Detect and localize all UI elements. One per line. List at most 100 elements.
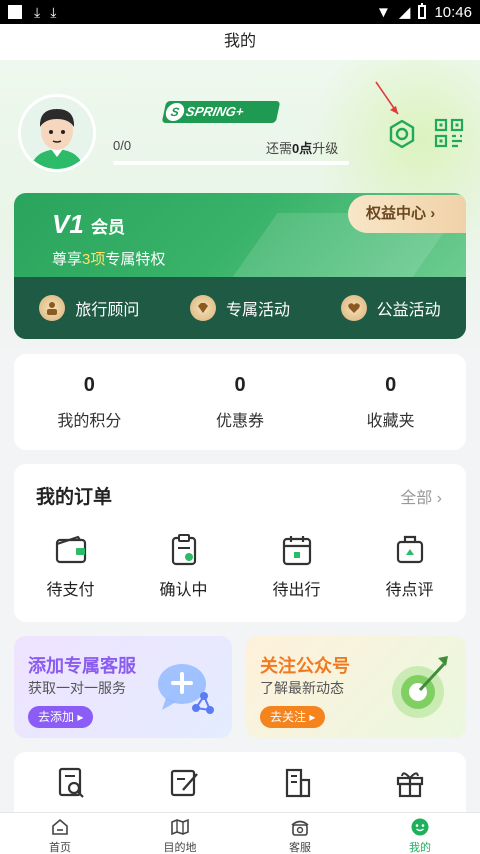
promo-subtitle: 获取一对一服务 xyxy=(28,680,126,696)
stat-value: 0 xyxy=(234,374,246,396)
avatar[interactable] xyxy=(18,94,96,172)
chevron-right-icon: › xyxy=(436,490,442,507)
level-progress-text: 0/0 xyxy=(113,138,132,153)
clipboard-icon xyxy=(171,534,196,566)
vip-level-title: V1 会员 xyxy=(52,209,125,240)
vip-subtitle-prefix: 尊享 xyxy=(52,251,83,268)
diamond-icon xyxy=(189,295,216,321)
vip-level: V1 xyxy=(52,209,84,239)
settings-gear-icon[interactable] xyxy=(386,118,418,150)
vip-item-travel-advisor[interactable]: 旅行顾问 xyxy=(39,295,139,321)
stat-value: 0 xyxy=(385,374,397,396)
vip-item-label: 专属活动 xyxy=(225,302,290,319)
promo-button-label: 去添加 xyxy=(38,710,75,724)
order-status-row: 待支付 确认中 待出行 待点评 xyxy=(14,534,466,600)
vip-subtitle-suffix: 专属特权 xyxy=(105,251,166,268)
orders-title: 我的订单 xyxy=(36,487,113,508)
map-icon xyxy=(171,818,189,836)
brand-s-icon: S xyxy=(164,103,186,121)
tab-label: 首页 xyxy=(49,842,71,854)
edit-note-icon[interactable] xyxy=(167,766,201,800)
bottom-tab-bar: 首页 目的地 客服 我的 xyxy=(0,812,480,854)
stat-favorites[interactable]: 0 收藏夹 xyxy=(315,354,466,450)
tab-label: 目的地 xyxy=(163,842,197,854)
promo-add-button[interactable]: 去添加 ▸ xyxy=(28,706,94,728)
stat-label: 我的积分 xyxy=(57,413,122,430)
order-status-label: 确认中 xyxy=(159,582,208,599)
phone-icon xyxy=(291,820,309,836)
qr-code-icon[interactable] xyxy=(434,118,464,148)
advisor-icon xyxy=(39,295,66,321)
tab-home[interactable]: 首页 xyxy=(0,813,120,854)
promo-title: 添加专属客服 xyxy=(28,656,136,676)
vip-subtitle: 尊享3项专属特权 xyxy=(52,248,165,269)
tools-card xyxy=(14,752,466,812)
promo-subtitle: 了解最新动态 xyxy=(260,680,344,696)
building-icon[interactable] xyxy=(280,766,314,800)
chevron-right-icon: › xyxy=(430,205,436,222)
benefit-center-button[interactable]: 权益中心 › xyxy=(348,195,466,233)
wallet-icon xyxy=(55,535,86,564)
promo-button-label: 去关注 xyxy=(270,710,307,724)
promo-add-service[interactable]: 添加专属客服 获取一对一服务 去添加 ▸ xyxy=(14,636,232,738)
wifi-icon: ▼ xyxy=(376,3,391,21)
vip-card[interactable]: V1 会员 尊享3项专属特权 权益中心 › 旅行顾问 专属活动 公益活动 xyxy=(14,193,466,339)
vip-subtitle-highlight: 3项 xyxy=(82,251,106,268)
notification-square-icon xyxy=(8,5,22,19)
level-progress-bar xyxy=(113,161,349,165)
stats-card: 0 我的积分 0 优惠券 0 收藏夹 xyxy=(14,354,466,450)
order-confirming[interactable]: 确认中 xyxy=(127,534,240,600)
order-upcoming-trip[interactable]: 待出行 xyxy=(240,534,353,600)
promo-title: 关注公众号 xyxy=(260,656,350,676)
download-icon: ⤓ xyxy=(50,3,57,20)
status-bar: ⤓ ⤓ ▼ ◢ 10:46 xyxy=(0,0,480,24)
red-arrow-annotation-icon xyxy=(375,81,399,115)
luggage-icon xyxy=(396,535,423,564)
tab-profile[interactable]: 我的 xyxy=(360,813,480,854)
calendar-icon xyxy=(282,536,311,566)
stat-label: 优惠券 xyxy=(216,413,265,430)
vip-item-charity-events[interactable]: 公益活动 xyxy=(340,295,441,321)
vip-item-label: 公益活动 xyxy=(376,302,441,319)
tab-destination[interactable]: 目的地 xyxy=(120,813,240,854)
upgrade-hint: 还需0点升级 xyxy=(266,138,338,157)
gift-icon[interactable] xyxy=(393,766,427,800)
upgrade-prefix: 还需 xyxy=(266,141,293,156)
tab-label: 我的 xyxy=(409,842,431,854)
vip-benefits-bar: 旅行顾问 专属活动 公益活动 xyxy=(14,277,466,339)
target-icon xyxy=(392,656,448,718)
page-title: 我的 xyxy=(0,24,480,60)
orders-card: 我的订单 全部 › 待支付 确认中 待出行 待点评 xyxy=(14,464,466,622)
orders-all-label: 全部 xyxy=(400,490,433,507)
upgrade-suffix: 升级 xyxy=(312,141,339,156)
order-pending-review[interactable]: 待点评 xyxy=(353,534,466,600)
promo-follow-button[interactable]: 去关注 ▸ xyxy=(260,706,326,728)
play-arrow-icon: ▸ xyxy=(309,710,316,724)
orders-all-link[interactable]: 全部 › xyxy=(400,484,442,508)
upgrade-points: 0点 xyxy=(292,141,313,156)
tab-label: 客服 xyxy=(289,842,311,854)
stat-points[interactable]: 0 我的积分 xyxy=(14,354,165,450)
brand-badge: S SPRING+ xyxy=(161,101,281,123)
brand-text: SPRING+ xyxy=(184,104,246,119)
order-status-label: 待出行 xyxy=(272,582,321,599)
download-icon: ⤓ xyxy=(34,3,41,20)
vip-item-exclusive-events[interactable]: 专属活动 xyxy=(189,295,290,321)
home-icon xyxy=(52,818,68,835)
chat-bubble-icon xyxy=(158,664,214,714)
stat-coupons[interactable]: 0 优惠券 xyxy=(165,354,316,450)
play-arrow-icon: ▸ xyxy=(77,710,84,724)
stat-label: 收藏夹 xyxy=(366,413,415,430)
order-status-label: 待支付 xyxy=(46,582,95,599)
vip-title-suffix: 会员 xyxy=(91,218,126,237)
promo-follow-account[interactable]: 关注公众号 了解最新动态 去关注 ▸ xyxy=(246,636,466,738)
document-search-icon[interactable] xyxy=(54,766,88,800)
order-pending-payment[interactable]: 待支付 xyxy=(14,534,127,600)
signal-icon: ◢ xyxy=(398,4,411,21)
tab-customer-service[interactable]: 客服 xyxy=(240,813,360,854)
stat-value: 0 xyxy=(83,374,95,396)
benefit-center-label: 权益中心 xyxy=(366,205,427,222)
profile-icon xyxy=(411,818,429,836)
vip-item-label: 旅行顾问 xyxy=(75,302,140,319)
heart-icon xyxy=(340,295,367,321)
